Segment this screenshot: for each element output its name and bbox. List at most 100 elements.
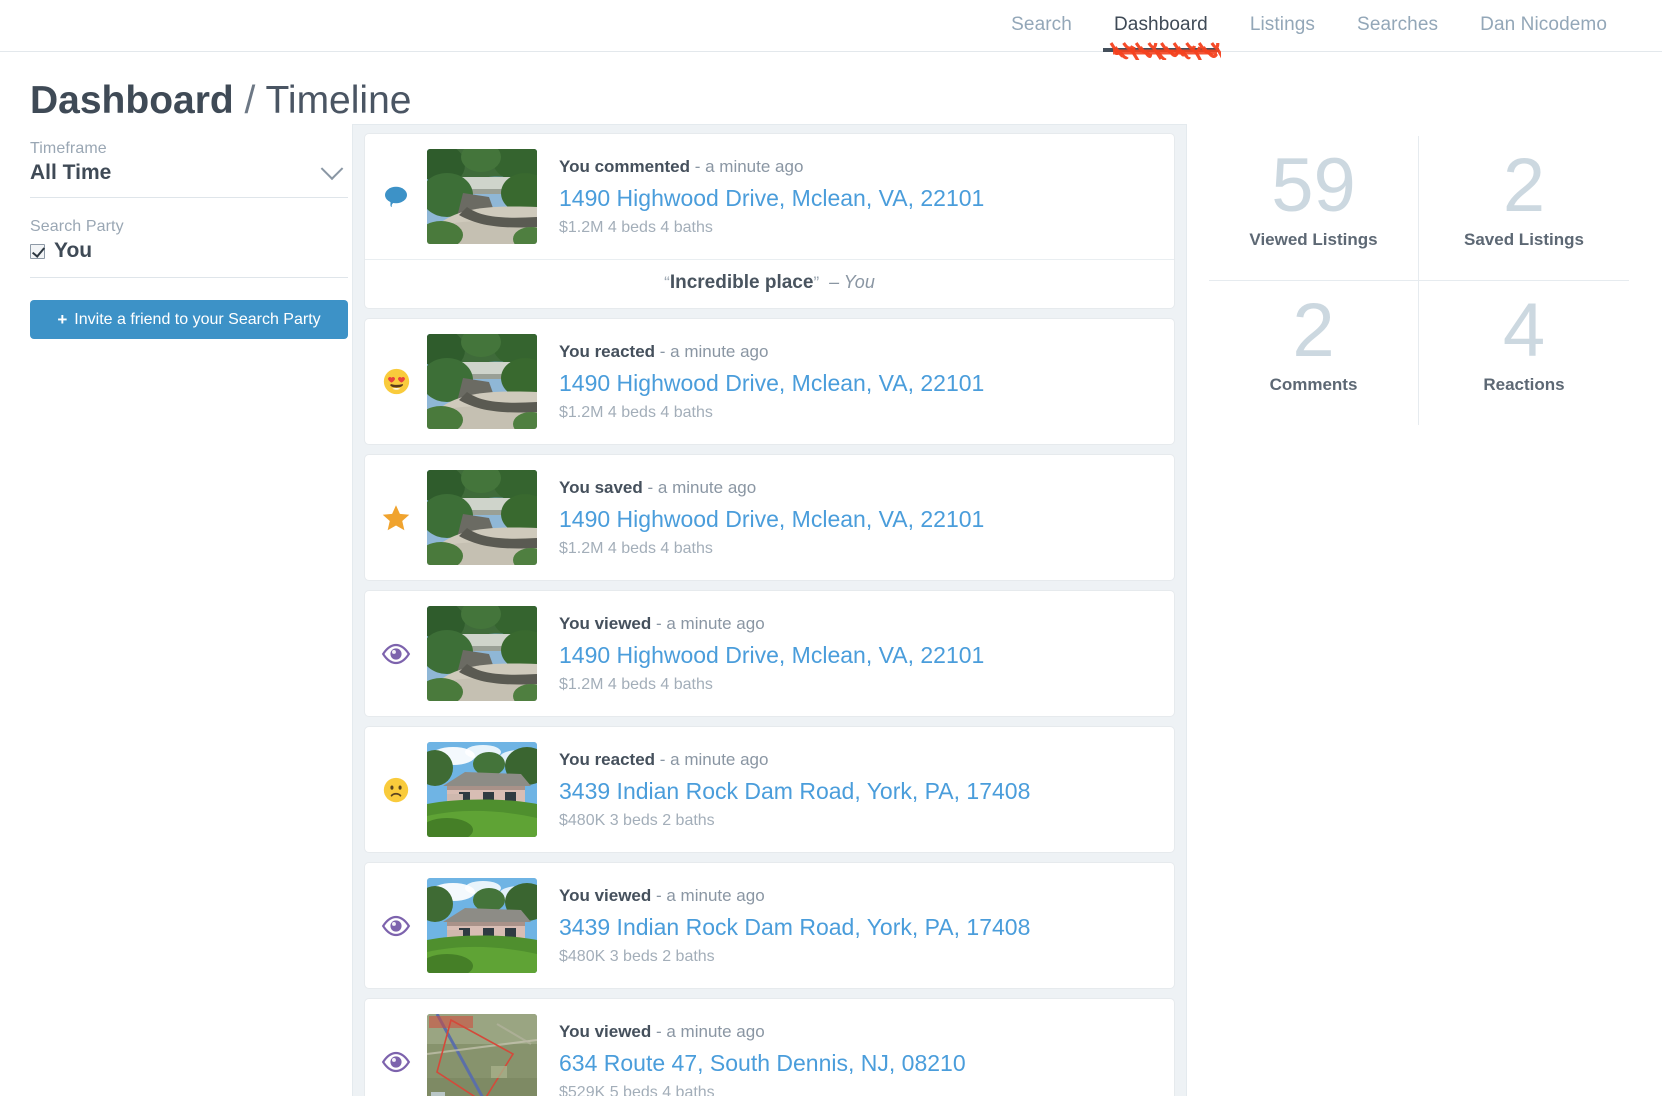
stat-comments: 2 Comments [1209,281,1419,425]
page-title-section: Dashboard [30,79,234,122]
timeline-card: You reacted - a minute ago 3439 Indian Ro… [365,727,1174,852]
nav-item-listings[interactable]: Listings [1229,12,1336,38]
eye-icon [381,915,411,936]
nav-item-dashboard[interactable]: Dashboard [1093,12,1229,64]
activity-time: - a minute ago [659,341,769,361]
stat-value: 2 [1502,143,1546,228]
invite-friend-button[interactable]: + Invite a friend to your Search Party [30,300,348,339]
listing-info: You viewed - a minute ago 634 Route 47, S… [537,1021,966,1096]
listing-info: You saved - a minute ago 1490 Highwood Dr… [537,477,984,559]
timeframe-value: All Time [30,161,112,184]
listing-facts: $1.2M 4 beds 4 baths [559,403,713,421]
listing-address-link[interactable]: 634 Route 47, South Dennis, NJ, 08210 [559,1048,966,1078]
invite-friend-label: Invite a friend to your Search Party [74,310,321,328]
activity-time: - a minute ago [659,749,769,769]
nav-item-searches[interactable]: Searches [1336,12,1459,38]
stat-viewed-listings: 59 Viewed Listings [1209,136,1419,281]
timeframe-filter: Timeframe All Time [30,140,352,198]
nav-item-label: Dan Nicodemo [1480,14,1607,35]
activity-icon [365,368,427,395]
listing-facts: $1.2M 4 beds 4 baths [559,675,713,693]
listing-address-link[interactable]: 1490 Highwood Drive, Mclean, VA, 22101 [559,183,984,213]
activity-action: You viewed [559,613,652,633]
timeline-feed: You commented - a minute ago 1490 Highwoo… [352,124,1187,1096]
activity-meta: You commented - a minute ago [559,156,984,178]
page-title-separator: / [244,79,256,122]
main-nav: Search Dashboard Listings Searches Dan Nico… [990,12,1628,64]
eye-icon [381,1051,411,1072]
listing-thumbnail[interactable] [427,1014,537,1096]
listing-thumbnail[interactable] [427,470,537,565]
timeline-card: You viewed - a minute ago 1490 Highwood D… [365,591,1174,716]
activity-meta: You saved - a minute ago [559,477,984,499]
activity-time: - a minute ago [647,477,757,497]
eye-icon [381,643,411,664]
top-navigation-bar: Search Dashboard Listings Searches Dan Nico… [0,0,1662,64]
activity-meta: You viewed - a minute ago [559,885,1030,907]
stats-panel: 59 Viewed Listings 2 Saved Listings 2 Comment… [1187,124,1662,425]
stat-reactions: 4 Reactions [1419,281,1629,425]
nav-item-dan-nicodemo[interactable]: Dan Nicodemo [1459,12,1628,38]
activity-time: - a minute ago [694,156,804,176]
comment-row: “Incredible place” – You [365,259,1174,308]
activity-meta: You reacted - a minute ago [559,341,984,363]
activity-action: You reacted [559,341,656,361]
listing-facts: $529K 5 beds 4 baths [559,1083,715,1096]
search-party-label: Search Party [30,218,124,235]
activity-meta: You viewed - a minute ago [559,613,984,635]
stat-label: Viewed Listings [1249,230,1378,249]
activity-meta: You reacted - a minute ago [559,749,1030,771]
listing-thumbnail[interactable] [427,878,537,973]
timeframe-label: Timeframe [30,140,107,157]
stat-value: 59 [1271,143,1356,228]
timeframe-select[interactable]: All Time [30,157,348,198]
nav-item-label: Dashboard [1113,14,1208,35]
chevron-down-icon [320,157,344,181]
timeline-card: You saved - a minute ago 1490 Highwood Dr… [365,455,1174,580]
timeline-card-main: You viewed - a minute ago 3439 Indian Roc… [365,863,1174,988]
timeline-card: You viewed - a minute ago 3439 Indian Roc… [365,863,1174,988]
listing-thumbnail[interactable] [427,606,537,701]
stats-grid: 59 Viewed Listings 2 Saved Listings 2 Comment… [1209,136,1629,425]
listing-address-link[interactable]: 3439 Indian Rock Dam Road, York, PA, 174… [559,912,1030,942]
search-party-filter: Search Party You [30,218,352,278]
star-icon [382,504,410,530]
page-title-subsection: Timeline [265,79,412,122]
search-party-member-row[interactable]: You [30,239,348,278]
listing-info: You reacted - a minute ago 1490 Highwood … [537,341,984,423]
nav-item-label: Searches [1357,14,1439,35]
listing-thumbnail[interactable] [427,334,537,429]
activity-icon [365,1047,427,1077]
stat-label: Saved Listings [1464,230,1584,249]
frowning-face-emoji-icon [383,777,409,802]
listing-facts: $480K 3 beds 2 baths [559,811,715,829]
heart-eyes-emoji-icon [383,368,409,395]
listing-thumbnail[interactable] [427,149,537,244]
search-party-you-checkbox[interactable] [30,243,45,259]
listing-address-link[interactable]: 1490 Highwood Drive, Mclean, VA, 22101 [559,368,984,398]
nav-item-label: Search [1011,14,1072,35]
timeline-card-main: You commented - a minute ago 1490 Highwoo… [365,134,1174,259]
activity-action: You viewed [559,885,652,905]
listing-address-link[interactable]: 3439 Indian Rock Dam Road, York, PA, 174… [559,776,1030,806]
timeline-card-main: You saved - a minute ago 1490 Highwood Dr… [365,455,1174,580]
listing-info: You reacted - a minute ago 3439 Indian Ro… [537,749,1030,831]
activity-action: You reacted [559,749,656,769]
stat-label: Reactions [1483,375,1565,394]
activity-action: You viewed [559,1021,652,1041]
listing-thumbnail[interactable] [427,742,537,837]
nav-item-search[interactable]: Search [990,12,1093,38]
timeline-card-main: You viewed - a minute ago 634 Route 47, S… [365,999,1174,1096]
timeline-card: You reacted - a minute ago 1490 Highwood … [365,319,1174,444]
timeline-card-main: You reacted - a minute ago 3439 Indian Ro… [365,727,1174,852]
activity-meta: You viewed - a minute ago [559,1021,966,1043]
listing-address-link[interactable]: 1490 Highwood Drive, Mclean, VA, 22101 [559,640,984,670]
activity-icon [365,183,427,211]
filters-sidebar: Timeframe All Time Search Party You + In… [0,124,352,339]
stat-saved-listings: 2 Saved Listings [1419,136,1629,281]
activity-time: - a minute ago [656,613,765,633]
listing-address-link[interactable]: 1490 Highwood Drive, Mclean, VA, 22101 [559,504,984,534]
listing-info: You viewed - a minute ago 1490 Highwood D… [537,613,984,695]
stat-label: Comments [1269,375,1358,394]
comment-author: – You [829,272,875,292]
